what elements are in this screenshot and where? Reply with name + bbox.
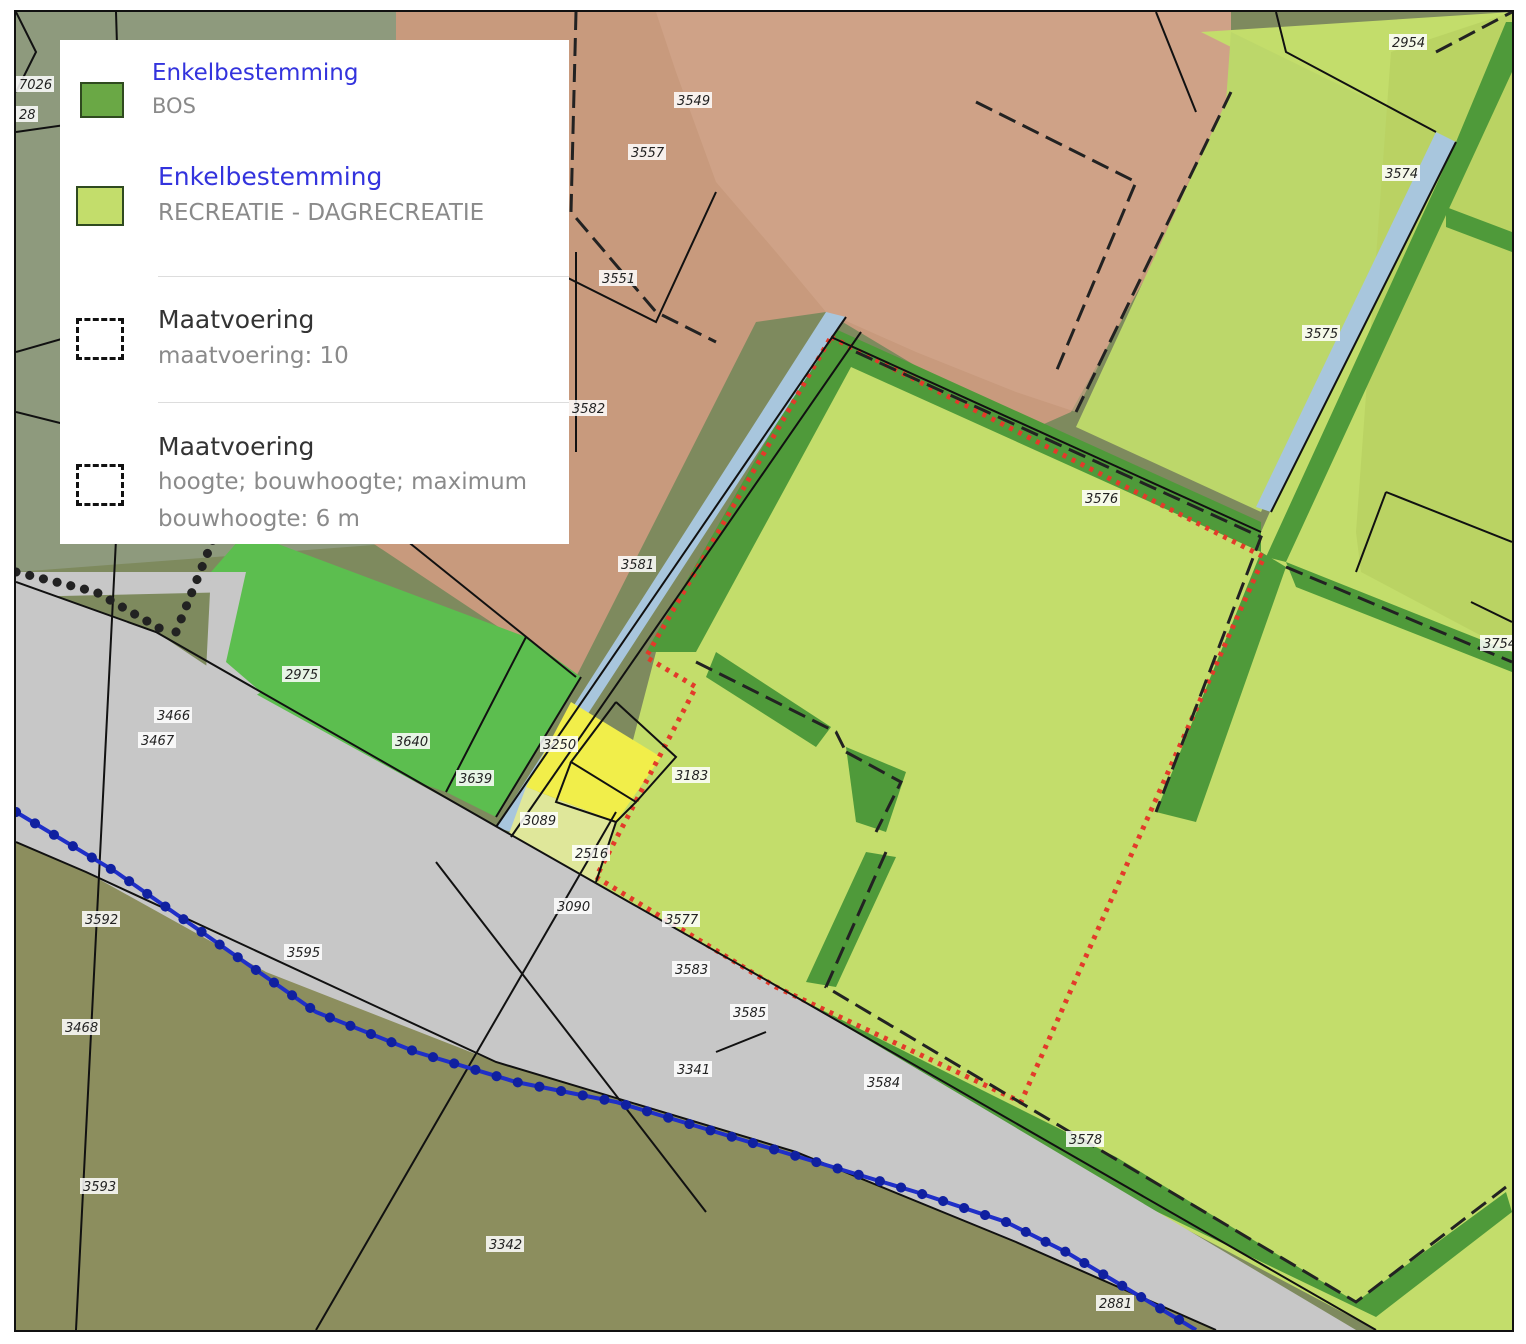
parcel-number-label: 7026 [19,78,52,93]
legend-item-3-title: Maatvoering [158,305,315,334]
parcel-number-label: 3585 [733,1006,766,1021]
legend-item-1-title: Enkelbestemming [152,60,359,86]
legend-item-4-title: Maatvoering [158,432,315,461]
parcel-number-label: 3342 [489,1238,522,1253]
parcel-number-label: 3592 [85,913,118,928]
legend-swatch-maatvoering-1 [76,318,124,360]
parcel-number-label: 2881 [1099,1297,1132,1312]
legend-panel: Enkelbestemming BOS Enkelbestemming RECR… [60,40,569,544]
legend-swatch-recreatie [76,186,124,226]
parcel-number-label: 28 [19,108,36,123]
legend-separator [158,402,569,403]
parcel-number-label: 2975 [285,668,318,683]
legend-item-1-subtitle: BOS [152,94,196,118]
parcel-number-label: 3575 [1305,327,1338,342]
parcel-number-label: 3466 [157,709,190,724]
parcel-number-label: 3581 [621,558,654,573]
parcel-number-label: 3551 [602,272,635,287]
parcel-number-label: 3549 [677,94,710,109]
parcel-number-label: 3576 [1085,492,1118,507]
parcel-number-label: 3578 [1069,1133,1102,1148]
parcel-number-label: 3640 [395,735,428,750]
legend-item-2-subtitle: RECREATIE - DAGRECREATIE [158,200,485,226]
parcel-number-label: 3754 [1483,637,1512,652]
parcel-number-label: 3090 [557,900,590,915]
legend-item-3-subtitle: maatvoering: 10 [158,343,349,369]
parcel-number-label: 3250 [543,738,576,753]
parcel-number-label: 3574 [1385,167,1418,182]
parcel-number-label: 3595 [287,946,320,961]
parcel-number-label: 3577 [665,913,699,928]
legend-swatch-maatvoering-2 [76,464,124,506]
legend-item-4-subtitle-2: bouwhoogte: 6 m [158,506,360,532]
legend-swatch-bos [80,82,124,118]
map-view[interactable]: 2954 3549 3557 3574 3551 3575 3582 3576 3581 3754… [14,10,1514,1332]
legend-item-4-subtitle: hoogte; bouwhoogte; maximum [158,469,528,495]
parcel-number-label: 2954 [1392,36,1425,51]
parcel-number-label: 3183 [675,769,708,784]
parcel-number-label: 3341 [677,1063,710,1078]
parcel-number-label: 3467 [141,734,175,749]
parcel-number-label: 3089 [523,814,556,829]
parcel-number-label: 2516 [575,847,608,862]
parcel-number-label: 3582 [572,402,605,417]
legend-separator [158,276,569,277]
parcel-number-label: 3639 [459,772,492,787]
legend-item-2-title: Enkelbestemming [158,162,383,191]
parcel-number-label: 3468 [65,1021,98,1036]
parcel-number-label: 3557 [631,146,665,161]
parcel-number-label: 3584 [867,1076,900,1091]
parcel-number-label: 3593 [83,1180,116,1195]
parcel-number-label: 3583 [675,963,708,978]
